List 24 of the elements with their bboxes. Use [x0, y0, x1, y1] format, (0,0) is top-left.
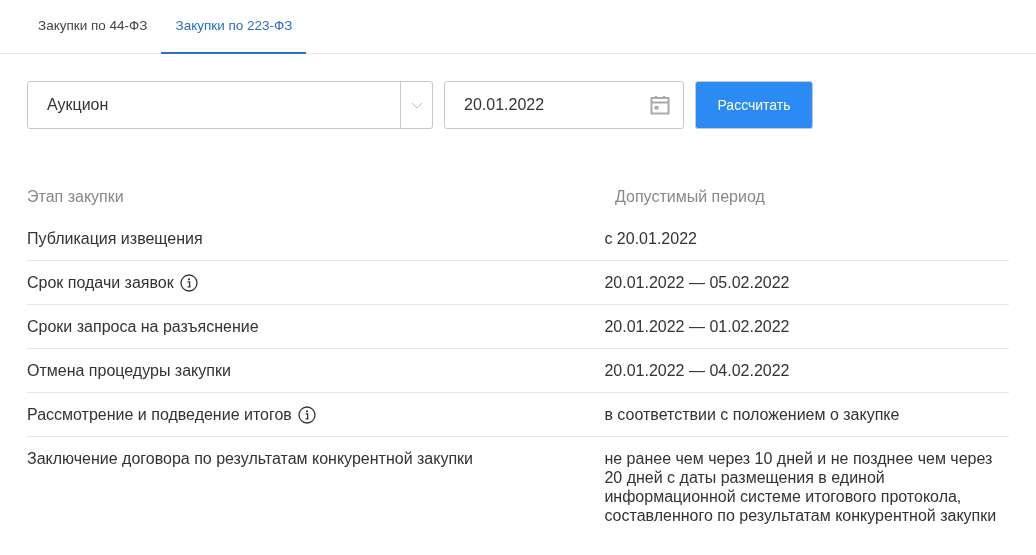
calendar-icon — [650, 95, 670, 115]
period-cell-text: 20.01.2022 — 05.02.2022 — [604, 273, 791, 292]
stage-cell: Отмена процедуры закупки — [27, 361, 231, 380]
info-icon — [179, 273, 198, 292]
date-value: 20.01.2022 — [464, 95, 546, 115]
tab[interactable]: Закупки по 44-ФЗ — [24, 0, 162, 54]
date-field[interactable]: 20.01.2022 — [444, 81, 684, 129]
procedure-select[interactable]: Аукцион — [27, 81, 433, 129]
stage-cell: Срок подачи заявок — [27, 273, 174, 292]
stage-cell: Рассмотрение и подведение итогов — [27, 405, 292, 424]
period-cell-text: 20.01.2022 — 01.02.2022 — [604, 317, 791, 336]
period-cell-text: с 20.01.2022 — [604, 229, 698, 248]
stage-cell: Заключение договора по результатам конкурентной закупки — [27, 449, 474, 468]
stage-cell: Публикация извещения — [27, 229, 203, 248]
column-header: Допустимый период — [615, 187, 765, 207]
chevron-down-icon — [410, 101, 423, 109]
info-icon — [297, 405, 316, 424]
period-cell-text: в соответствии с положением о закупке — [604, 405, 901, 424]
stage-cell: Сроки запроса на разъяснение — [27, 317, 259, 336]
select-value: Аукцион — [46, 95, 110, 115]
period-cell-text: 20.01.2022 — 04.02.2022 — [604, 361, 791, 380]
tab[interactable]: Закупки по 223-ФЗ — [161, 0, 307, 54]
period-cell-text: не ранее чем через 10 дней и не позднее чем через 20 дней с даты размещения в единой информационной системе итогового протокола, составленного по результатам конкурентной закупки — [604, 449, 998, 525]
column-header: Этап закупки — [27, 187, 125, 207]
